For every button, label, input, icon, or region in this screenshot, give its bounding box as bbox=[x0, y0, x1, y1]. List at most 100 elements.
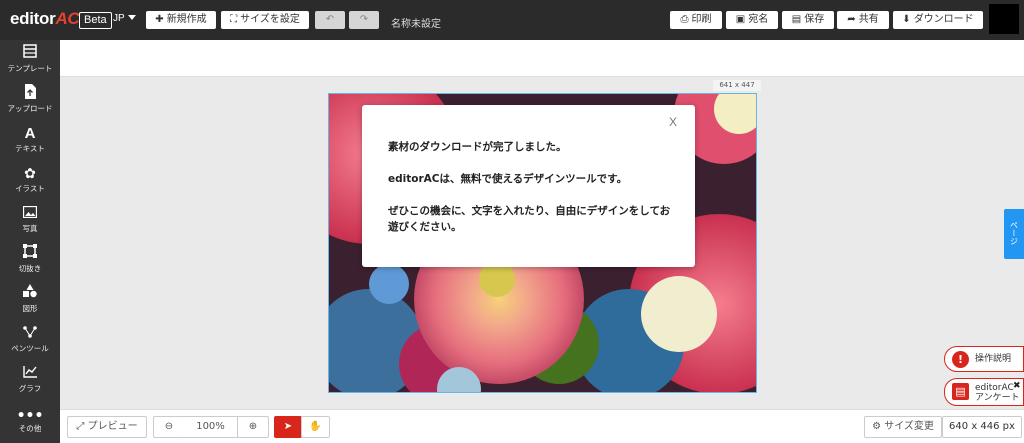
logo-accent: AC bbox=[55, 9, 80, 28]
zoom-in-button[interactable]: ⊕ bbox=[237, 416, 269, 438]
canvas-pixel-size: 640 x 446 px bbox=[942, 416, 1022, 438]
resize-label: サイズ変更 bbox=[884, 421, 934, 432]
zoom-out-icon: ⊖ bbox=[164, 421, 174, 432]
dialog-message-3: ぜひこの機会に、文字を入れたり、自由にデザインをしてお遊びください。 bbox=[388, 205, 671, 233]
cursor-icon: ➤ bbox=[283, 421, 293, 432]
user-avatar[interactable] bbox=[989, 4, 1019, 34]
survey-button[interactable]: ▤ editorAC アンケート ✖ bbox=[944, 378, 1024, 406]
download-icon: ⬇ bbox=[902, 14, 911, 25]
preview-label: プレビュー bbox=[87, 421, 138, 432]
share-label: 共有 bbox=[858, 14, 879, 25]
address-label: 宛名 bbox=[748, 14, 769, 25]
save-label: 保存 bbox=[804, 14, 825, 25]
survey-label-1: editorAC bbox=[975, 383, 1014, 393]
shapes-icon bbox=[0, 284, 60, 304]
sidebar-item-label: 写真 bbox=[22, 224, 38, 233]
expand-arrows-icon: ⤢ bbox=[76, 421, 88, 432]
survey-icon: ▤ bbox=[952, 383, 969, 400]
more-icon: ••• bbox=[16, 408, 44, 424]
redo-button[interactable]: ↷ bbox=[349, 11, 379, 29]
sidebar-item-label: 図形 bbox=[22, 304, 38, 313]
sidebar-item-label: 切抜き bbox=[18, 264, 42, 273]
dialog-message-1: 素材のダウンロードが完了しました。 bbox=[388, 141, 567, 153]
sidebar-item-template[interactable]: テンプレート bbox=[0, 44, 60, 82]
undo-button[interactable]: ↶ bbox=[315, 11, 345, 29]
sidebar-item-label: アップロード bbox=[7, 104, 53, 113]
template-icon bbox=[0, 44, 60, 64]
bottom-bar: ⤢ プレビュー ⊖ 100% ⊕ ➤ ✋ ⚙ サイズ変更 640 x 446 p… bbox=[60, 409, 1024, 443]
download-button[interactable]: ⬇ ダウンロード bbox=[893, 11, 983, 29]
download-complete-dialog: X 素材のダウンロードが完了しました。 editorACは、無料で使えるデザイン… bbox=[362, 105, 695, 267]
sidebar-item-label: ペンツール bbox=[11, 344, 49, 353]
sidebar-item-more[interactable]: ••• その他 bbox=[0, 408, 60, 443]
sidebar-item-label: イラスト bbox=[15, 184, 45, 193]
save-icon: ▤ bbox=[791, 14, 802, 25]
dialog-message-2: editorACは、無料で使えるデザインツールです。 bbox=[388, 173, 628, 185]
zoom-level[interactable]: 100% bbox=[184, 416, 238, 438]
new-label: 新規作成 bbox=[166, 14, 207, 25]
illust-icon: ✿ bbox=[24, 166, 36, 182]
page-panel-tab[interactable]: ページ bbox=[1004, 209, 1024, 259]
set-size-button[interactable]: ⛶ サイズを設定 bbox=[221, 11, 309, 29]
gear-icon: ⚙ bbox=[872, 421, 885, 432]
caret-down-icon bbox=[127, 15, 136, 20]
plus-icon: ✚ bbox=[155, 14, 164, 25]
info-icon: ! bbox=[952, 351, 969, 368]
address-icon: ▣ bbox=[735, 14, 746, 25]
photo-icon bbox=[0, 204, 60, 224]
graph-icon bbox=[0, 364, 60, 384]
language-selector[interactable]: JP bbox=[113, 13, 136, 24]
print-label: 印刷 bbox=[691, 14, 712, 25]
language-label: JP bbox=[113, 13, 125, 24]
new-button[interactable]: ✚ 新規作成 bbox=[146, 11, 216, 29]
sidebar-item-label: グラフ bbox=[18, 384, 42, 393]
crop-icon bbox=[0, 244, 60, 264]
sidebar-item-label: テンプレート bbox=[7, 64, 53, 73]
zoom-in-icon: ⊕ bbox=[248, 421, 258, 432]
share-icon: ➦ bbox=[847, 14, 856, 25]
text-icon: A bbox=[24, 125, 36, 142]
sidebar-item-photo[interactable]: 写真 bbox=[0, 204, 60, 242]
sidebar-item-illust[interactable]: ✿ イラスト bbox=[0, 164, 60, 202]
select-tool-button[interactable]: ➤ bbox=[274, 416, 302, 438]
pen-icon bbox=[0, 324, 60, 344]
sidebar-item-label: テキスト bbox=[15, 144, 45, 153]
sidebar-item-upload[interactable]: アップロード bbox=[0, 84, 60, 122]
redo-icon: ↷ bbox=[359, 14, 369, 25]
preview-button[interactable]: ⤢ プレビュー bbox=[67, 416, 147, 438]
sidebar-item-label: その他 bbox=[18, 424, 42, 433]
sidebar-item-shapes[interactable]: 図形 bbox=[0, 284, 60, 322]
beta-badge: Beta bbox=[79, 12, 112, 29]
undo-icon: ↶ bbox=[325, 14, 335, 25]
document-name[interactable]: 名称未設定 bbox=[391, 15, 441, 30]
help-button[interactable]: ! 操作説明 bbox=[944, 346, 1024, 372]
survey-label-2: アンケート bbox=[975, 393, 1020, 403]
print-button[interactable]: ⎙ 印刷 bbox=[670, 11, 722, 29]
expand-icon: ⛶ bbox=[230, 14, 238, 25]
share-button[interactable]: ➦ 共有 bbox=[837, 11, 889, 29]
page-tab-label: ページ bbox=[1009, 221, 1019, 245]
save-button[interactable]: ▤ 保存 bbox=[782, 11, 834, 29]
top-bar: editorAC Beta JP ✚ 新規作成 ⛶ サイズを設定 ↶ ↷ 名称未設定… bbox=[0, 0, 1024, 40]
close-button[interactable]: X bbox=[669, 115, 677, 129]
sidebar-item-text[interactable]: A テキスト bbox=[0, 124, 60, 162]
app-logo[interactable]: editorAC bbox=[10, 9, 80, 29]
hand-tool-button[interactable]: ✋ bbox=[301, 416, 330, 438]
hand-icon: ✋ bbox=[309, 421, 322, 432]
property-toolbar bbox=[60, 40, 1024, 77]
print-icon: ⎙ bbox=[680, 14, 689, 25]
upload-icon bbox=[0, 84, 60, 104]
survey-close-icon[interactable]: ✖ bbox=[1013, 381, 1021, 391]
help-label: 操作説明 bbox=[975, 354, 1012, 364]
sidebar-item-graph[interactable]: グラフ bbox=[0, 364, 60, 402]
canvas-size-label: 641 x 447 bbox=[713, 80, 761, 91]
sidebar-item-crop[interactable]: 切抜き bbox=[0, 244, 60, 282]
zoom-out-button[interactable]: ⊖ bbox=[153, 416, 185, 438]
set-size-label: サイズを設定 bbox=[240, 14, 300, 25]
sidebar-item-pen[interactable]: ペンツール bbox=[0, 324, 60, 362]
logo-text: editor bbox=[10, 9, 56, 28]
download-label: ダウンロード bbox=[913, 14, 974, 25]
resize-button[interactable]: ⚙ サイズ変更 bbox=[864, 416, 942, 438]
sidebar: テンプレート アップロード A テキスト ✿ イラスト 写真 切抜き 図形 ペン… bbox=[0, 40, 60, 443]
address-button[interactable]: ▣ 宛名 bbox=[726, 11, 778, 29]
